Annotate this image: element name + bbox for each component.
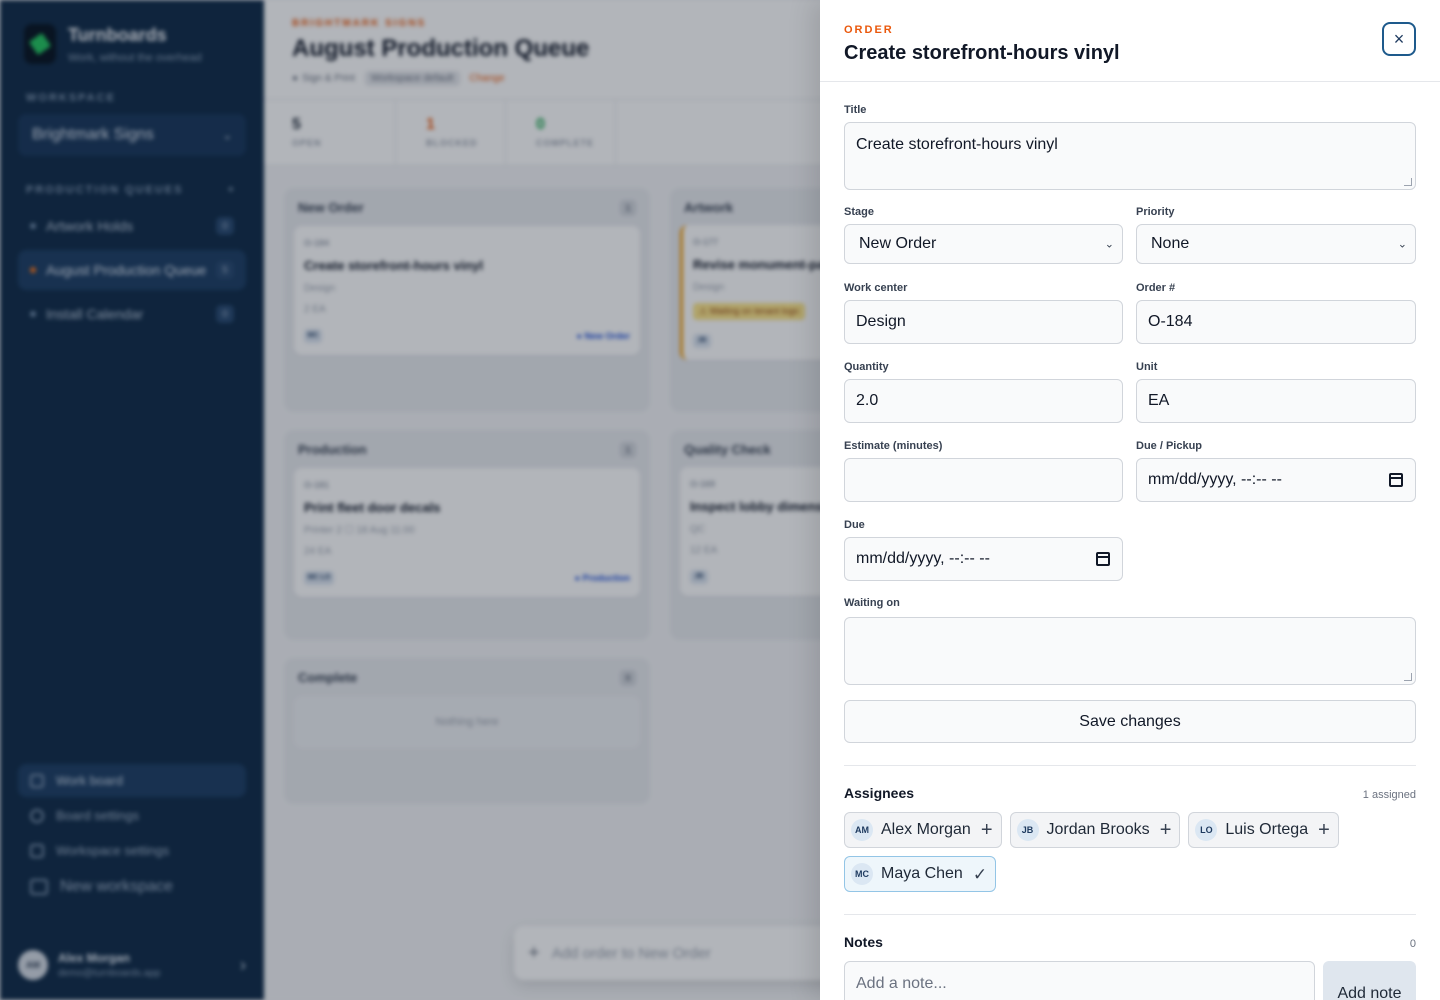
field-label: Unit — [1136, 361, 1158, 373]
drawer-eyebrow: ORDER — [844, 24, 894, 36]
plus-icon: + — [980, 819, 993, 841]
assignees-title: Assignees — [844, 785, 915, 801]
modal-backdrop[interactable] — [0, 0, 820, 1000]
avatar: JB — [1016, 819, 1039, 841]
title-input[interactable]: Create storefront-hours vinyl — [844, 122, 1416, 190]
priority-field: Priority None ⌄ — [1136, 206, 1416, 264]
assignee-name: Alex Morgan — [881, 821, 971, 838]
field-label: Waiting on — [844, 597, 900, 609]
waiting-on-field: Waiting on — [844, 597, 1416, 685]
calendar-icon[interactable] — [1096, 552, 1110, 566]
field-label: Title — [844, 104, 867, 116]
drawer-header: ORDER Create storefront-hours vinyl × — [820, 0, 1440, 82]
priority-select-value: None — [1151, 235, 1190, 252]
title-field: Title Create storefront-hours vinyl — [844, 104, 1416, 190]
assignees-header: Assignees 1 assigned — [844, 785, 1416, 801]
note-input[interactable]: Add a note... — [844, 961, 1315, 1000]
assignee-chip-alex-morgan[interactable]: AM Alex Morgan + — [844, 812, 1002, 848]
notes-count: 0 — [1409, 938, 1416, 950]
work-center-value: Design — [856, 313, 906, 330]
due-pickup-field: Due / Pickup mm/dd/yyyy, --:-- -- — [1136, 440, 1416, 502]
unit-input[interactable]: EA — [1136, 379, 1416, 423]
quantity-value: 2.0 — [856, 392, 879, 409]
unit-field: Unit EA — [1136, 361, 1416, 423]
estimate-field: Estimate (minutes) — [844, 440, 1123, 502]
resize-handle-icon[interactable] — [1404, 178, 1412, 186]
due-input[interactable]: mm/dd/yyyy, --:-- -- — [844, 537, 1123, 581]
due-pickup-placeholder: mm/dd/yyyy, --:-- -- — [1148, 471, 1282, 488]
assignee-chip-jordan-brooks[interactable]: JB Jordan Brooks + — [1009, 812, 1181, 848]
priority-select[interactable]: None ⌄ — [1136, 224, 1416, 264]
plus-icon: + — [1159, 819, 1172, 841]
assignee-chips: AM Alex Morgan + JB Jordan Brooks + LO L… — [844, 812, 1416, 892]
field-label: Due / Pickup — [1136, 440, 1203, 452]
order-number-field: Order # O-184 — [1136, 282, 1416, 344]
quantity-input[interactable]: 2.0 — [844, 379, 1123, 423]
due-pickup-input[interactable]: mm/dd/yyyy, --:-- -- — [1136, 458, 1416, 502]
check-icon: ✓ — [972, 864, 988, 884]
stage-field: Stage New Order ⌄ — [844, 206, 1123, 264]
notes-header: Notes 0 — [844, 934, 1416, 950]
notes-title: Notes — [844, 934, 883, 950]
chevron-down-icon: ⌄ — [1104, 238, 1114, 251]
field-label: Estimate (minutes) — [844, 440, 943, 452]
assignee-name: Jordan Brooks — [1046, 821, 1150, 838]
field-label: Order # — [1136, 282, 1176, 294]
save-button[interactable]: Save changes — [844, 700, 1416, 743]
assignee-chip-luis-ortega[interactable]: LO Luis Ortega + — [1188, 812, 1339, 848]
stage-select-value: New Order — [859, 235, 937, 252]
stage-select[interactable]: New Order ⌄ — [844, 224, 1123, 264]
estimate-input[interactable] — [844, 458, 1123, 502]
title-input-value: Create storefront-hours vinyl — [856, 136, 1058, 153]
drawer-title: Create storefront-hours vinyl — [844, 42, 1120, 64]
avatar: MC — [851, 863, 873, 885]
assignees-count: 1 assigned — [1362, 789, 1416, 801]
divider — [844, 765, 1416, 766]
divider — [844, 914, 1416, 915]
field-label: Work center — [844, 282, 908, 294]
order-drawer: ORDER Create storefront-hours vinyl × Ti… — [820, 0, 1440, 1000]
waiting-on-input[interactable] — [844, 617, 1416, 685]
calendar-icon[interactable] — [1389, 473, 1403, 487]
order-number-value: O-184 — [1148, 313, 1193, 330]
chevron-down-icon: ⌄ — [1397, 238, 1407, 251]
field-label: Quantity — [844, 361, 889, 373]
unit-value: EA — [1148, 392, 1170, 409]
plus-icon: + — [1318, 819, 1330, 841]
field-label: Stage — [844, 206, 874, 218]
avatar: AM — [851, 819, 873, 841]
add-note-button[interactable]: Add note — [1323, 961, 1416, 1000]
avatar: LO — [1195, 819, 1218, 841]
field-label: Due — [844, 519, 865, 531]
work-center-input[interactable]: Design — [844, 300, 1123, 344]
assignee-name: Luis Ortega — [1225, 821, 1309, 838]
add-note-label: Add note — [1337, 985, 1402, 1000]
resize-handle-icon[interactable] — [1404, 673, 1412, 681]
work-center-field: Work center Design — [844, 282, 1123, 344]
assignee-chip-maya-chen[interactable]: MC Maya Chen ✓ — [844, 856, 997, 892]
assignee-name: Maya Chen — [881, 865, 963, 882]
order-number-input[interactable]: O-184 — [1136, 300, 1416, 344]
due-placeholder: mm/dd/yyyy, --:-- -- — [856, 550, 990, 567]
due-field: Due mm/dd/yyyy, --:-- -- — [844, 519, 1123, 581]
note-input-placeholder: Add a note... — [856, 975, 947, 992]
field-label: Priority — [1136, 206, 1175, 218]
close-button[interactable]: × — [1382, 22, 1416, 56]
quantity-field: Quantity 2.0 — [844, 361, 1123, 423]
close-icon: × — [1393, 28, 1405, 49]
